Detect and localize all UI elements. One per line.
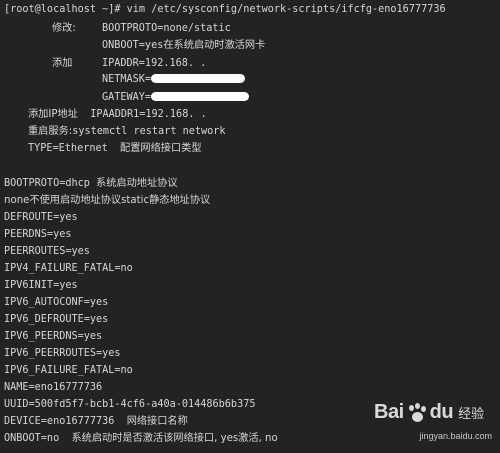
type-value: TYPE=Ethernet	[28, 143, 108, 154]
restart-command: systemctl restart network	[72, 126, 226, 137]
config-line-ipv4-failure-fatal: IPV4_FAILURE_FATAL=no	[4, 263, 133, 274]
config-line-uuid: UUID=500fd5f7-bcb1-4cf6-a40a-014486b6b37…	[4, 399, 256, 410]
device-value: DEVICE=eno16777736	[4, 416, 115, 427]
gateway-redaction	[151, 92, 250, 101]
baidu-jingyan-watermark: Bai du 经验 jingyan.baidu.com	[374, 401, 492, 447]
config-line-ipv6init: IPV6INIT=yes	[4, 280, 78, 291]
type-desc: 配置网络接口类型	[120, 143, 202, 154]
baidu-logo: Bai du 经验	[374, 401, 484, 424]
device-desc: 网络接口名称	[126, 416, 188, 427]
onboot-no-value: ONBOOT=no	[4, 433, 60, 444]
config-line-ipv6-defroute: IPV6_DEFROUTE=yes	[4, 314, 109, 325]
terminal-window[interactable]: [root@localhost ~]# vim /etc/sysconfig/n…	[0, 0, 500, 453]
ipaddr1-value: IPAADDR1=192.168. .	[90, 109, 207, 120]
config-line-onboot: ONBOOT=no 系统启动时是否激活该网络接口, yes激活, no	[4, 433, 278, 445]
add-label: 添加	[52, 58, 73, 69]
netmask-note: NETMASK=	[102, 74, 246, 86]
onboot-label: ONBOOT=yes	[102, 40, 164, 51]
config-line-ipv6-autoconf: IPV6_AUTOCONF=yes	[4, 297, 109, 308]
config-line-bootproto: BOOTPROTO=dhcp 系统启动地址协议	[4, 178, 178, 190]
type-note: TYPE=Ethernet 配置网络接口类型	[28, 143, 202, 155]
config-line-peerroutes: PEERROUTES=yes	[4, 246, 90, 257]
config-line-peerdns: PEERDNS=yes	[4, 229, 72, 240]
jingyan-label: 经验	[458, 407, 485, 422]
onboot-no-desc: 系统启动时是否激活该网络接口, yes激活, no	[71, 433, 278, 444]
restart-note: 重启服务:systemctl restart network	[28, 126, 226, 138]
bootproto-dhcp: BOOTPROTO=dhcp	[4, 178, 90, 189]
gateway-note: GATEWAY=	[102, 92, 250, 104]
modify-label: 修改:	[52, 23, 76, 34]
config-line-ipv6-failure-fatal: IPV6_FAILURE_FATAL=no	[4, 365, 133, 376]
config-line-defroute: DEFROUTE=yes	[4, 212, 78, 223]
shell-prompt-line: [root@localhost ~]# vim /etc/sysconfig/n…	[4, 4, 446, 15]
bootproto-static-note: BOOTPROTO=none/static	[102, 23, 231, 34]
onboot-desc: 在系统启动时激活网卡	[163, 40, 266, 51]
gateway-label: GATEWAY=	[102, 92, 152, 103]
add-ip-label: 添加IP地址	[28, 109, 78, 120]
watermark-domain: jingyan.baidu.com	[419, 431, 492, 441]
onboot-note: ONBOOT=yes在系统启动时激活网卡	[102, 40, 265, 52]
ipaddr-note: IPADDR=192.168. .	[102, 58, 207, 69]
baidu-logo-bai: Bai	[374, 401, 404, 423]
netmask-redaction	[151, 74, 246, 83]
baidu-logo-du: du	[429, 401, 454, 423]
add-ip-note: 添加IP地址 IPAADDR1=192.168. .	[28, 109, 207, 121]
netmask-label: NETMASK=	[102, 74, 152, 85]
config-line-ipv6-peerroutes: IPV6_PEERROUTES=yes	[4, 348, 121, 359]
config-line-ipv6-peerdns: IPV6_PEERDNS=yes	[4, 331, 103, 342]
paw-icon	[406, 402, 428, 424]
bootproto-dhcp-desc: 系统启动地址协议	[96, 178, 178, 189]
config-line-name: NAME=eno16777736	[4, 382, 103, 393]
config-line-device: DEVICE=eno16777736 网络接口名称	[4, 416, 188, 428]
config-line-none-desc: none不使用启动地址协议static静态地址协议	[4, 195, 211, 206]
restart-label: 重启服务:	[28, 126, 73, 137]
